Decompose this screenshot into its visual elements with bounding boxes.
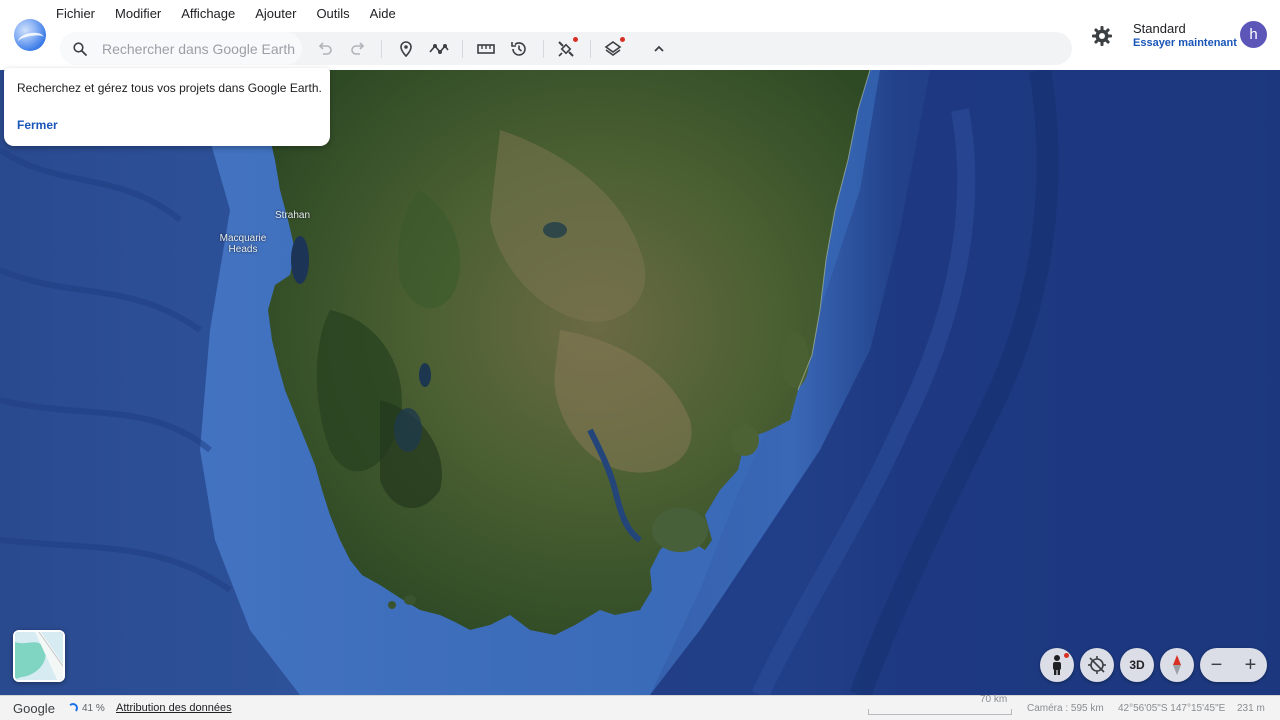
gear-icon[interactable] (1090, 24, 1114, 48)
google-brand: Google (13, 701, 55, 716)
map-label-strahan: Strahan (275, 210, 311, 221)
add-placemark-button[interactable] (393, 36, 419, 62)
map-view[interactable]: Strahan Macquarie Heads (0, 70, 1280, 695)
path-icon (429, 44, 449, 54)
undo-button[interactable] (312, 36, 338, 62)
menu-aide[interactable]: Aide (370, 5, 406, 22)
status-bar: Google 41 % Attribution des données 70 k… (0, 694, 1280, 720)
cursor-coordinates: 42°56'05"S 147°15'45"E (1118, 703, 1226, 714)
layers-icon (604, 41, 622, 56)
search-icon[interactable] (72, 41, 88, 57)
undo-icon (318, 42, 332, 55)
search-box (60, 32, 302, 65)
close-tooltip-button[interactable]: Fermer (17, 118, 58, 132)
chevron-up-icon (654, 45, 664, 52)
street-view-button[interactable] (1040, 648, 1074, 682)
search-input[interactable] (102, 38, 298, 60)
toolbar-divider (543, 40, 544, 58)
try-now-link[interactable]: Essayer maintenant (1133, 37, 1237, 49)
toolbar (60, 32, 1072, 65)
loading-percentage: 41 % (82, 703, 105, 714)
satellite-imagery (0, 70, 1280, 695)
menu-bar: Fichier Modifier Affichage Ajouter Outil… (56, 5, 416, 22)
map-thumbnail-icon (15, 632, 63, 680)
menu-modifier[interactable]: Modifier (115, 5, 171, 22)
camera-altitude: Caméra : 595 km (1027, 703, 1104, 714)
tooltip-message: Recherchez et gérez tous vos projets dan… (17, 81, 322, 95)
no-location-icon (1088, 656, 1106, 674)
notification-dot (620, 37, 625, 42)
data-layers-button[interactable] (553, 36, 579, 62)
collapse-toolbar-button[interactable] (646, 36, 672, 62)
historical-imagery-button[interactable] (506, 36, 532, 62)
compass-icon (1173, 655, 1181, 675)
measure-button[interactable] (473, 36, 499, 62)
scale-bar (868, 709, 1012, 715)
draw-path-button[interactable] (426, 36, 452, 62)
google-earth-logo[interactable] (14, 19, 46, 51)
map-style-thumbnail[interactable] (13, 630, 65, 682)
menu-affichage[interactable]: Affichage (181, 5, 245, 22)
ground-elevation: 231 m (1237, 703, 1265, 714)
toggle-3d-button[interactable]: 3D (1120, 648, 1154, 682)
zoom-in-button[interactable]: + (1234, 648, 1267, 682)
map-label-macquarie-heads: Macquarie Heads (219, 233, 267, 255)
notification-dot (1064, 653, 1069, 658)
app-header: Fichier Modifier Affichage Ajouter Outil… (0, 0, 1280, 70)
placemark-icon (400, 41, 412, 58)
redo-icon (351, 42, 365, 55)
notification-dot (573, 37, 578, 42)
plan-name: Standard (1133, 21, 1186, 36)
history-icon (511, 42, 526, 56)
ruler-icon (477, 44, 495, 54)
menu-ajouter[interactable]: Ajouter (255, 5, 306, 22)
compass-button[interactable] (1160, 648, 1194, 682)
zoom-out-button[interactable]: − (1200, 648, 1233, 682)
zoom-control: − + (1200, 648, 1267, 682)
toolbar-divider (590, 40, 591, 58)
menu-fichier[interactable]: Fichier (56, 5, 105, 22)
toolbar-divider (462, 40, 463, 58)
projects-tooltip: Recherchez et gérez tous vos projets dan… (4, 68, 330, 146)
toolbar-divider (381, 40, 382, 58)
menu-outils[interactable]: Outils (316, 5, 359, 22)
redo-button[interactable] (345, 36, 371, 62)
toggle-tilt-button[interactable] (1080, 648, 1114, 682)
pegman-icon (1053, 655, 1061, 675)
scale-label: 70 km (980, 694, 1008, 705)
map-style-button[interactable] (600, 36, 626, 62)
avatar[interactable]: h (1240, 21, 1267, 48)
data-attribution-link[interactable]: Attribution des données (116, 702, 232, 714)
satellite-icon (558, 41, 574, 57)
loading-spinner-icon (68, 703, 78, 713)
